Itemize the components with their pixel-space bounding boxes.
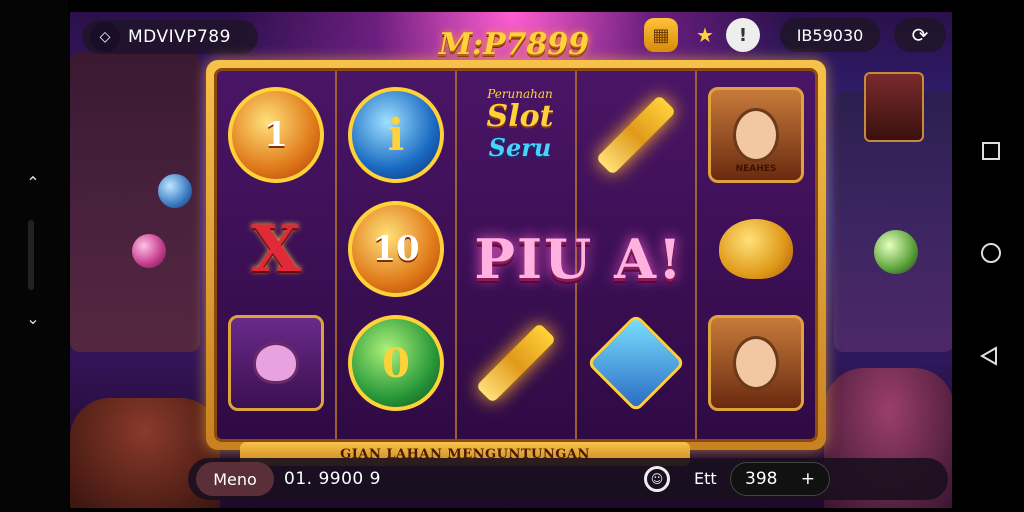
brand-label: MDVIVP789 xyxy=(128,27,231,47)
character-face-icon xyxy=(733,108,779,162)
stake-stepper[interactable]: 398 + xyxy=(730,462,830,496)
chevron-down-icon[interactable]: ⌄ xyxy=(22,308,44,330)
hat-character-symbol: NEAHES xyxy=(708,87,804,183)
gold-drop-icon xyxy=(719,219,793,279)
symbol-label: NEAHES xyxy=(735,164,777,174)
reel-5: NEAHES xyxy=(697,71,815,439)
portrait-face-icon xyxy=(733,336,779,390)
gold-drop-symbol xyxy=(708,201,804,297)
blue-coin-value: i xyxy=(387,109,405,161)
slot-title-word: Slot xyxy=(486,99,554,134)
gold-bar-icon xyxy=(475,322,557,404)
smiley-icon[interactable]: ☺ xyxy=(644,466,670,492)
reel-2: i 10 0 xyxy=(337,71,455,439)
trophy-icon[interactable]: ★ xyxy=(688,18,722,52)
left-bezel: ⌃ ⌄ xyxy=(0,0,68,512)
star-icon xyxy=(586,313,686,413)
gold-bar-symbol xyxy=(468,315,564,411)
ten-coin-symbol: 10 xyxy=(348,201,444,297)
recents-icon[interactable] xyxy=(982,142,1000,160)
coin-value: 1 xyxy=(264,115,288,155)
slot-machine-frame: 1 X i 10 0 NEAHES Perunahan Slot Seru PI… xyxy=(206,60,826,450)
slot-title-word2: Seru xyxy=(488,133,552,162)
grid-icon[interactable]: ▦ xyxy=(644,18,678,52)
menu-button[interactable]: Meno xyxy=(196,462,274,496)
decor-orb-pink xyxy=(132,234,166,268)
gold-bar-icon xyxy=(595,94,677,176)
woman-portrait-symbol xyxy=(708,315,804,411)
bet-readout: 01. 9900 9 xyxy=(284,469,381,489)
game-viewport: ◇ MDVIVP789 M:P7899 ▦ ★ ! IB59030 ⟳ 1 X xyxy=(70,12,954,508)
volume-slit xyxy=(28,220,34,290)
crystal-star-symbol xyxy=(586,313,686,413)
plus-icon[interactable]: + xyxy=(801,469,815,489)
background-sign xyxy=(864,72,924,142)
diamond-icon: ◇ xyxy=(90,22,120,52)
cat-card-symbol xyxy=(228,315,324,411)
bottom-control-bar: Meno 01. 9900 9 ☺ Ett 398 + xyxy=(188,458,948,500)
back-icon[interactable] xyxy=(978,345,1004,371)
device-frame: ⌃ ⌄ ◇ MDVIVP789 M:P7899 ▦ ★ ! IB59030 ⟳ xyxy=(0,0,1024,512)
balance-value: IB59030 xyxy=(796,25,864,45)
green-coin-symbol: 0 xyxy=(348,315,444,411)
brand-pill[interactable]: ◇ MDVIVP789 xyxy=(82,20,258,54)
reel-area: 1 X i 10 0 NEAHES Perunahan Slot Seru PI… xyxy=(214,68,818,442)
home-icon[interactable] xyxy=(981,243,1001,263)
stake-value: 398 xyxy=(745,469,778,489)
chevron-up-icon[interactable]: ⌃ xyxy=(22,172,44,194)
big-win-text: PIU A! xyxy=(474,227,684,291)
coin-symbol: 1 xyxy=(228,87,324,183)
bet-label: Ett xyxy=(694,469,717,488)
ten-coin-value: 10 xyxy=(372,229,420,269)
cat-face-icon xyxy=(253,342,299,384)
green-coin-value: 0 xyxy=(382,339,410,387)
decor-orb-blue xyxy=(158,174,192,208)
red-x-symbol: X xyxy=(228,201,324,297)
balance-display: IB59030 xyxy=(780,18,880,52)
decor-orb-green xyxy=(874,230,918,274)
x-symbol-text: X xyxy=(251,211,301,287)
alert-icon[interactable]: ! xyxy=(726,18,760,52)
blue-coin-symbol: i xyxy=(348,87,444,183)
gold-bar-symbol xyxy=(588,87,684,183)
reel-1: 1 X xyxy=(217,71,335,439)
android-nav-bar xyxy=(952,0,1024,512)
slot-title: Perunahan Slot Seru xyxy=(461,87,579,162)
refresh-icon[interactable]: ⟳ xyxy=(894,18,946,52)
